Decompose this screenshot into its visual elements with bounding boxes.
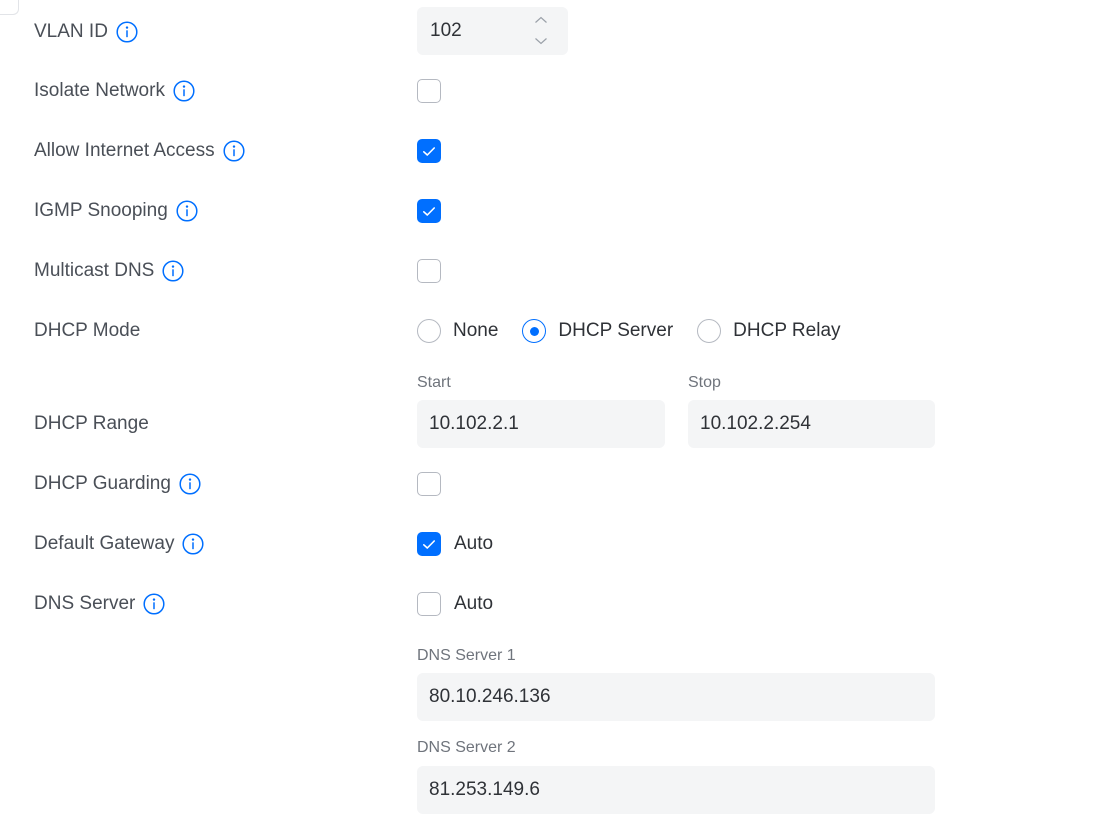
dhcp-guarding-label-text: DHCP Guarding bbox=[34, 473, 171, 494]
vlan-id-label-text: VLAN ID bbox=[34, 21, 108, 42]
info-icon[interactable] bbox=[143, 593, 165, 615]
allow-internet-access-label-text: Allow Internet Access bbox=[34, 140, 215, 161]
dhcp-range-label-text: DHCP Range bbox=[34, 413, 149, 434]
multicast-dns-checkbox[interactable] bbox=[417, 259, 441, 283]
dns-server-label: DNS Server bbox=[34, 589, 165, 619]
radio-selected-dot bbox=[529, 326, 539, 336]
info-icon[interactable] bbox=[162, 260, 184, 282]
igmp-snooping-label-text: IGMP Snooping bbox=[34, 200, 168, 221]
dhcp-range-label: DHCP Range bbox=[34, 409, 149, 439]
radio-label: None bbox=[453, 320, 499, 341]
dns-server-label-text: DNS Server bbox=[34, 593, 136, 614]
chevron-down-icon[interactable] bbox=[534, 36, 548, 46]
default-gateway-auto-label[interactable]: Auto bbox=[454, 532, 493, 556]
dns-server-1-caption: DNS Server 1 bbox=[417, 647, 516, 664]
radio-label: DHCP Server bbox=[558, 320, 674, 341]
multicast-dns-label: Multicast DNS bbox=[34, 256, 184, 286]
dns-server-auto-checkbox[interactable] bbox=[417, 592, 441, 616]
panel-corner bbox=[0, 0, 19, 15]
dns-server-1-input[interactable]: 80.10.246.136 bbox=[417, 673, 935, 721]
default-gateway-label-text: Default Gateway bbox=[34, 533, 175, 554]
default-gateway-label: Default Gateway bbox=[34, 529, 205, 559]
checkmark-icon bbox=[422, 206, 436, 217]
dhcp-mode-label: DHCP Mode bbox=[34, 316, 140, 346]
dhcp-mode-radio-group: None DHCP Server DHCP Relay bbox=[417, 318, 865, 344]
info-icon[interactable] bbox=[182, 533, 205, 555]
vlan-id-value[interactable]: 102 bbox=[430, 7, 462, 55]
radio-button[interactable] bbox=[522, 319, 547, 343]
allow-internet-access-label: Allow Internet Access bbox=[34, 136, 245, 166]
vlan-id-stepper[interactable]: 102 bbox=[417, 7, 568, 55]
default-gateway-auto-checkbox[interactable] bbox=[417, 532, 441, 556]
igmp-snooping-checkbox[interactable] bbox=[417, 199, 441, 223]
chevron-up-icon[interactable] bbox=[534, 15, 548, 25]
allow-internet-access-checkbox[interactable] bbox=[417, 139, 441, 163]
info-icon[interactable] bbox=[223, 140, 245, 162]
info-icon[interactable] bbox=[116, 21, 138, 43]
radio-label: DHCP Relay bbox=[733, 320, 841, 341]
isolate-network-checkbox[interactable] bbox=[417, 79, 441, 103]
dhcp-range-stop-caption: Stop bbox=[688, 374, 721, 391]
dns-server-2-caption: DNS Server 2 bbox=[417, 739, 516, 756]
dhcp-guarding-checkbox[interactable] bbox=[417, 472, 441, 496]
checkmark-icon bbox=[422, 539, 436, 550]
radio-button[interactable] bbox=[697, 319, 722, 343]
dhcp-mode-label-text: DHCP Mode bbox=[34, 320, 141, 341]
isolate-network-label-text: Isolate Network bbox=[34, 80, 165, 101]
multicast-dns-label-text: Multicast DNS bbox=[34, 260, 155, 281]
isolate-network-label: Isolate Network bbox=[34, 76, 195, 106]
dns-server-auto-label[interactable]: Auto bbox=[454, 592, 493, 616]
vlan-id-label: VLAN ID bbox=[34, 17, 138, 47]
dhcp-guarding-label: DHCP Guarding bbox=[34, 469, 201, 499]
dhcp-mode-option-dhcp-server[interactable]: DHCP Server bbox=[522, 319, 673, 343]
radio-button[interactable] bbox=[417, 319, 441, 343]
dhcp-mode-option-none[interactable]: None bbox=[417, 319, 498, 343]
dhcp-mode-option-dhcp-relay[interactable]: DHCP Relay bbox=[697, 319, 841, 343]
dhcp-range-start-input[interactable]: 10.102.2.1 bbox=[417, 400, 665, 448]
info-icon[interactable] bbox=[179, 473, 201, 495]
dhcp-range-stop-input[interactable]: 10.102.2.254 bbox=[688, 400, 935, 448]
info-icon[interactable] bbox=[173, 80, 195, 102]
dhcp-range-start-caption: Start bbox=[417, 374, 451, 391]
checkmark-icon bbox=[422, 146, 436, 157]
dns-server-2-input[interactable]: 81.253.149.6 bbox=[417, 766, 935, 814]
igmp-snooping-label: IGMP Snooping bbox=[34, 196, 198, 226]
info-icon[interactable] bbox=[176, 200, 198, 222]
